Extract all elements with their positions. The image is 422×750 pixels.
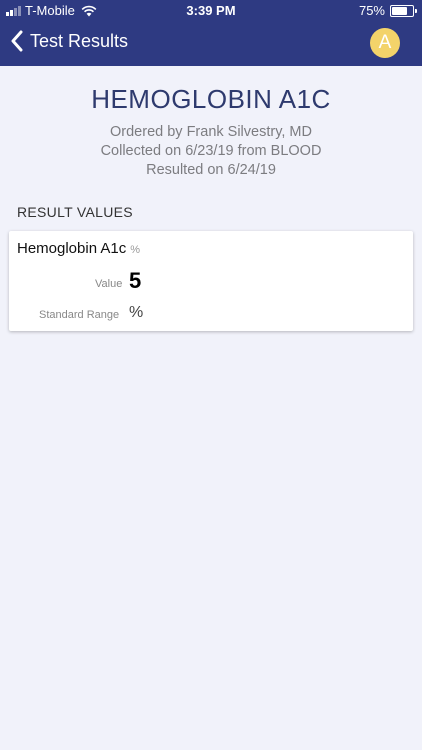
status-bar: T-Mobile 3:39 PM 75% xyxy=(0,0,422,22)
resulted-info: Resulted on 6/24/19 xyxy=(146,162,276,178)
section-label: RESULT VALUES xyxy=(17,204,133,220)
back-button[interactable]: Test Results xyxy=(10,30,128,52)
test-header: HEMOGLOBIN A1C Ordered by Frank Silvestr… xyxy=(0,84,422,180)
top-bar: T-Mobile 3:39 PM 75% Test Results A xyxy=(0,0,422,66)
result-unit: % xyxy=(130,244,141,256)
ordered-by: Ordered by Frank Silvestry, MD xyxy=(110,124,312,140)
result-name-row: Hemoglobin A1c% xyxy=(17,240,140,257)
range-value: % xyxy=(129,304,144,321)
collected-info: Collected on 6/23/19 from BLOOD xyxy=(100,143,322,159)
result-card[interactable]: Hemoglobin A1c% Value 5 Standard Range % xyxy=(9,231,413,331)
battery-icon xyxy=(390,4,417,17)
result-value: 5 xyxy=(129,268,142,293)
back-label: Test Results xyxy=(30,30,129,51)
result-name: Hemoglobin A1c xyxy=(17,240,127,257)
value-label: Value xyxy=(95,278,123,290)
avatar[interactable]: A xyxy=(370,28,400,58)
nav-bar: Test Results A xyxy=(0,22,422,66)
page-title: HEMOGLOBIN A1C xyxy=(91,84,331,114)
battery-percent: 75% xyxy=(358,3,385,18)
status-right: 75% xyxy=(358,3,417,18)
range-label: Standard Range xyxy=(39,309,120,321)
chevron-left-icon xyxy=(11,30,23,52)
